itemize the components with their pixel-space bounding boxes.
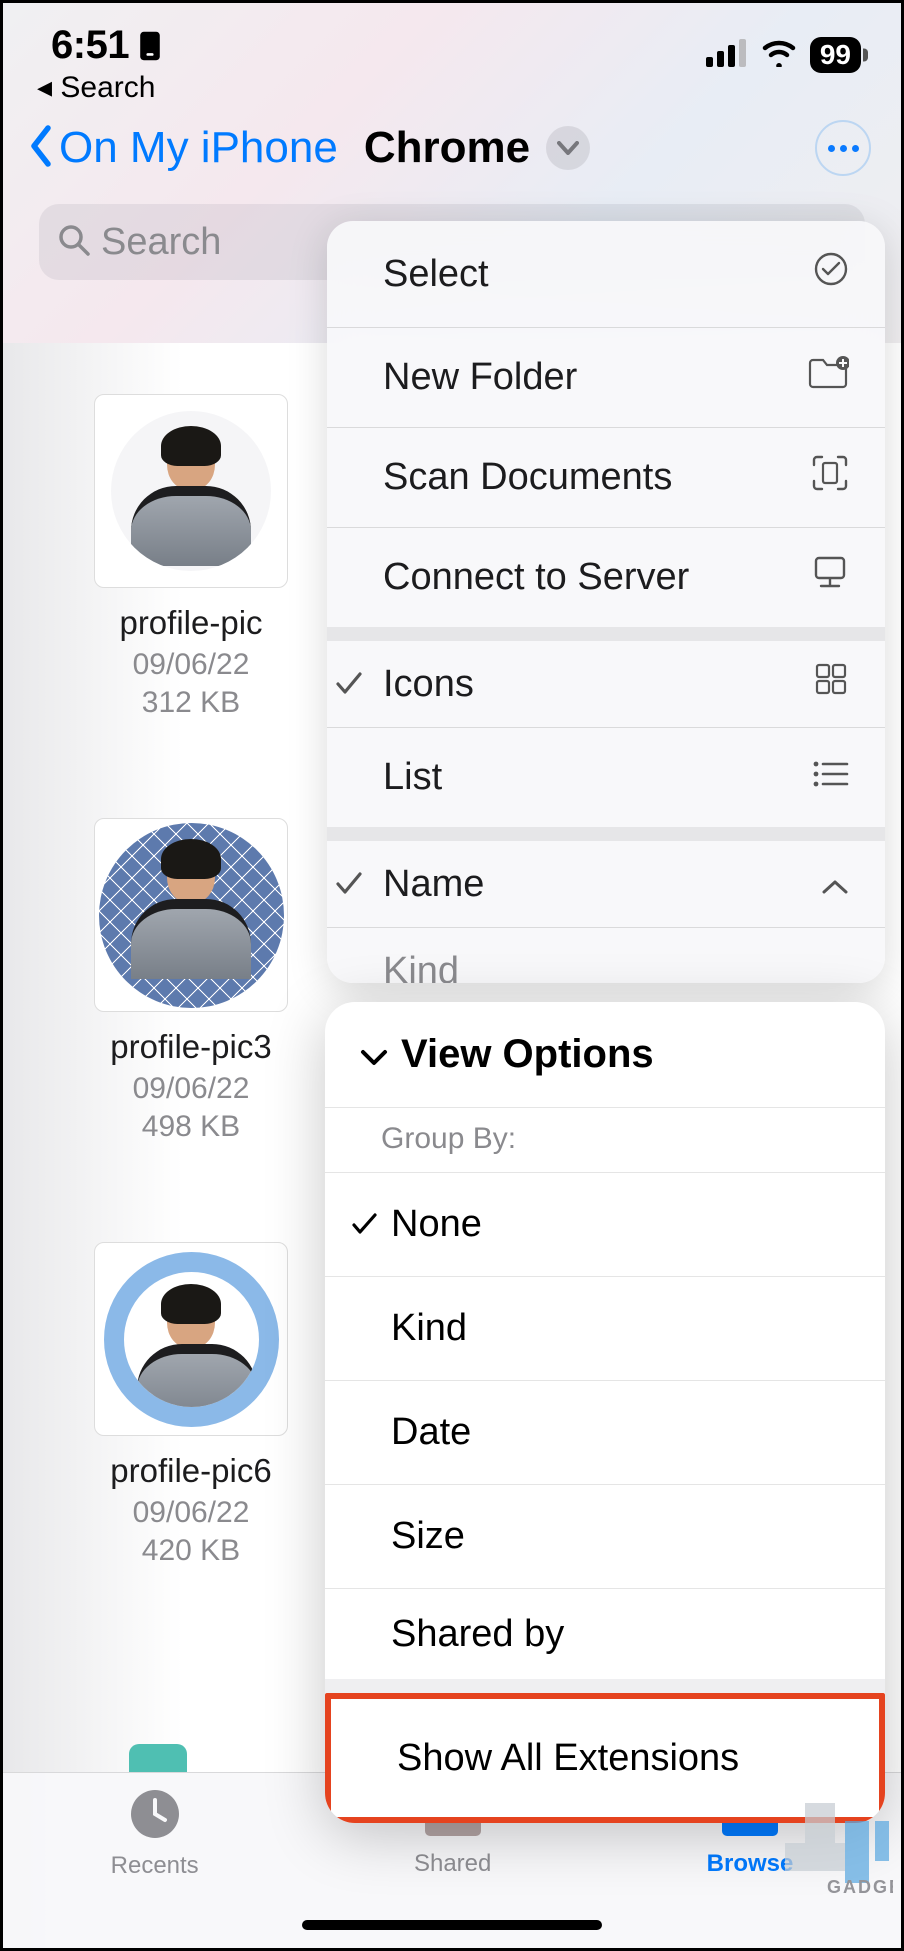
status-time: 6:51 [51,23,129,68]
nav-back-label[interactable]: On My iPhone [59,123,338,173]
file-name: profile-pic3 [81,1028,301,1066]
menu-item-icons-view[interactable]: Icons [327,627,885,727]
menu-label: List [383,756,442,799]
server-icon [811,554,849,602]
menu-label: None [391,1203,482,1246]
file-size: 312 KB [81,686,301,720]
peek-thumbnail [129,1744,187,1772]
tab-recents[interactable]: Recents [111,1787,199,1948]
scan-document-icon [811,454,849,502]
menu-label: Icons [383,663,474,706]
folder-plus-icon [807,356,849,400]
orientation-lock-icon [137,30,163,62]
more-menu-button[interactable] [815,120,871,176]
file-item[interactable]: profile-pic6 09/06/22 420 KB [81,1242,301,1568]
grid-icon [813,661,849,707]
group-by-shared[interactable]: Shared by [325,1589,885,1693]
status-bar: 6:51 ◂ Search 99 [3,3,901,98]
menu-label: Scan Documents [383,456,672,499]
checkmark-icon [335,663,383,706]
menu-item-sort-name[interactable]: Name [327,827,885,927]
menu-label: Select [383,253,489,296]
file-thumbnail [94,1242,288,1436]
group-by-size[interactable]: Size [325,1485,885,1589]
file-thumbnail [94,818,288,1012]
menu-item-new-folder[interactable]: New Folder [327,327,885,427]
menu-label: Date [391,1411,471,1454]
file-date: 09/06/22 [81,648,301,682]
menu-label: Connect to Server [383,556,689,599]
file-date: 09/06/22 [81,1072,301,1106]
home-indicator[interactable] [302,1920,602,1930]
file-date: 09/06/22 [81,1496,301,1530]
file-name: profile-pic6 [81,1452,301,1490]
wifi-icon [760,39,798,72]
group-by-label: Group By: [325,1108,885,1173]
menu-title: View Options [401,1032,654,1077]
clock-icon [128,1787,182,1848]
back-chevron-icon[interactable] [27,124,57,173]
tab-label: Shared [414,1850,491,1878]
menu-label: New Folder [383,356,577,399]
tab-label: Browse [707,1850,794,1878]
view-options-menu: View Options Group By: None Kind Date Si… [325,1002,885,1823]
ellipsis-icon [828,145,859,152]
menu-label: Name [383,863,484,906]
file-size: 498 KB [81,1110,301,1144]
view-options-header[interactable]: View Options [325,1002,885,1108]
menu-item-list-view[interactable]: List [327,727,885,827]
context-menu: Select New Folder Scan Documents Connect… [327,221,885,983]
menu-item-connect-server[interactable]: Connect to Server [327,527,885,627]
menu-label: Show All Extensions [397,1737,739,1780]
group-by-none[interactable]: None [325,1173,885,1277]
svg-text:GADGETS: GADGETS [827,1877,893,1897]
menu-item-sort-kind[interactable]: Kind [327,927,885,983]
search-icon [57,223,91,262]
select-circle-icon [813,251,849,297]
nav-bar: On My iPhone Chrome [3,98,901,196]
battery-indicator: 99 [810,37,861,73]
menu-label: Shared by [391,1613,564,1656]
file-item[interactable]: profile-pic 09/06/22 312 KB [81,394,301,720]
group-by-date[interactable]: Date [325,1381,885,1485]
cellular-signal-icon [706,39,748,72]
watermark: GADGETS [785,1803,893,1902]
menu-label: Kind [391,1307,467,1350]
file-thumbnail [94,394,288,588]
search-placeholder: Search [101,221,221,264]
chevron-down-icon [359,1032,389,1077]
menu-item-select[interactable]: Select [327,221,885,327]
menu-label: Kind [383,950,459,983]
menu-item-scan-documents[interactable]: Scan Documents [327,427,885,527]
tab-label: Recents [111,1852,199,1880]
chevron-up-icon [821,863,849,906]
checkmark-icon [351,1203,391,1246]
file-size: 420 KB [81,1534,301,1568]
file-item[interactable]: profile-pic3 09/06/22 498 KB [81,818,301,1144]
menu-label: Size [391,1515,465,1558]
title-dropdown-button[interactable] [546,126,590,170]
nav-title[interactable]: Chrome [364,123,530,173]
file-name: profile-pic [81,604,301,642]
list-icon [811,756,849,799]
group-by-kind[interactable]: Kind [325,1277,885,1381]
checkmark-icon [335,863,383,906]
